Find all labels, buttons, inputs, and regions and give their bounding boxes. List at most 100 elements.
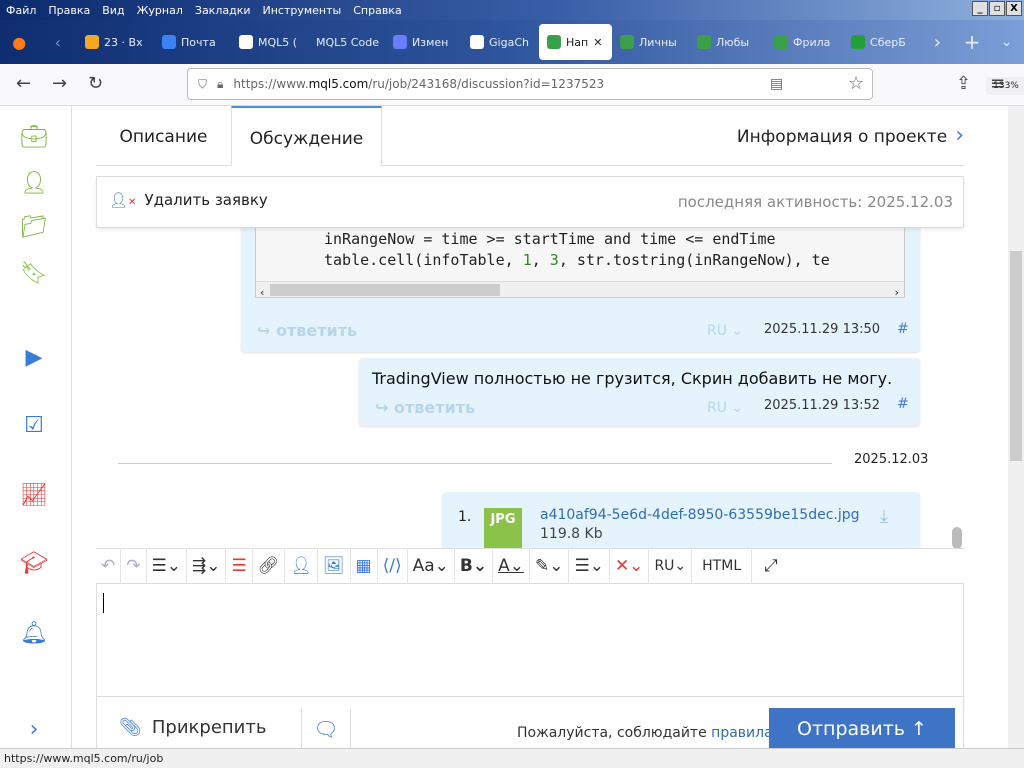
font-size-select[interactable]: Aa ⌄ <box>408 548 455 584</box>
shield-icon[interactable]: ⛉ <box>198 77 207 92</box>
bold-icon[interactable]: B⌄ <box>455 548 494 584</box>
project-info-link[interactable]: Информация о проекте › <box>737 106 964 166</box>
align-icon[interactable]: ☰⌄ <box>569 548 610 584</box>
tab-discussion[interactable]: Обсуждение <box>231 106 382 166</box>
permalink[interactable]: # <box>897 321 909 337</box>
checklist-icon[interactable]: ☑ <box>20 412 48 440</box>
menu-view[interactable]: Вид <box>102 4 124 17</box>
browser-tab[interactable]: СберБ <box>843 24 920 60</box>
attachment-link[interactable]: a410af94-5e6d-4def-8950-63559be15dec.jpg <box>540 507 860 523</box>
rules-notice: Пожалуйста, соблюдайте правила <box>517 725 773 741</box>
indent-icon[interactable]: ⇶⌄ <box>187 548 227 584</box>
tab-list-icon[interactable]: ⌄ <box>989 34 1024 50</box>
menu-bar: Файл Правка Вид Журнал Закладки Инструме… <box>0 0 1024 20</box>
url-text[interactable]: https://www.mql5.com/ru/job/243168/discu… <box>233 77 604 91</box>
video-icon[interactable]: ▶ <box>20 344 48 372</box>
url-bar[interactable]: ⛉ 🔒︎ https://www.mql5.com/ru/job/243168/… <box>187 68 1024 100</box>
tab-label: 23 · Вх <box>104 35 143 49</box>
download-icon[interactable]: ⤓ <box>880 506 888 527</box>
forward-icon[interactable]: → <box>52 73 67 94</box>
tab-label: MQL5 ( <box>258 35 298 49</box>
menu-help[interactable]: Справка <box>353 4 401 17</box>
undo-icon[interactable]: ↶ <box>96 548 122 584</box>
close-tab-icon[interactable]: ✕ <box>593 36 602 49</box>
browser-tab[interactable]: Нап ✕ <box>539 24 613 60</box>
insert-code-icon[interactable]: ⟨/⟩ <box>378 548 408 584</box>
expand-sidebar-icon[interactable]: › <box>20 716 48 744</box>
reply-button[interactable]: ↪ ответить <box>257 321 357 340</box>
app-menu-icon[interactable]: ≡ <box>990 73 1005 94</box>
delete-application-button[interactable]: 👤︎✕ Удалить заявку <box>109 191 268 209</box>
firefox-icon[interactable]: ● <box>0 33 39 52</box>
tab-label: Измен <box>412 35 449 49</box>
rules-link[interactable]: правила <box>711 725 773 741</box>
redo-icon[interactable]: ↷ <box>121 548 147 584</box>
browser-tab[interactable]: Измен <box>385 24 462 60</box>
back-icon[interactable]: ← <box>16 73 31 94</box>
education-icon[interactable]: 🎓︎ <box>20 550 48 578</box>
browser-tab[interactable]: GigaCh <box>462 24 539 60</box>
browser-tab[interactable]: MQL5 Code <box>308 24 385 60</box>
reply-button[interactable]: ↪ ответить <box>375 398 475 417</box>
new-tab-icon[interactable]: + <box>955 30 990 54</box>
translate-language-select[interactable]: RU ⌄ <box>707 323 743 339</box>
extensions-icon[interactable]: ⇪ <box>956 73 971 94</box>
lock-icon[interactable]: 🔒︎ <box>217 77 223 92</box>
insert-table-icon[interactable]: ▦ <box>351 548 378 584</box>
bookmark-star-icon[interactable]: ☆ <box>848 73 864 94</box>
highlight-icon[interactable]: ✎⌄ <box>530 548 570 584</box>
browser-tab[interactable]: Почта <box>154 24 231 60</box>
menu-tools[interactable]: Инструменты <box>263 4 342 17</box>
menu-edit[interactable]: Правка <box>48 4 90 17</box>
folder-user-icon[interactable]: 📁︎ <box>20 214 48 242</box>
formatting-help-icon[interactable]: 🗨︎ <box>301 709 351 749</box>
reader-view-icon[interactable]: ▤ <box>770 76 783 92</box>
message-editor[interactable] <box>96 584 964 696</box>
tab-label: Нап <box>566 35 589 49</box>
tab-favicon-icon <box>162 35 177 49</box>
freelancer-icon[interactable]: 👤︎ <box>20 170 48 198</box>
browser-tab[interactable]: Любы <box>689 24 766 60</box>
text-color-icon[interactable]: A⌄ <box>493 548 530 584</box>
reload-icon[interactable]: ↻ <box>88 73 103 94</box>
permalink[interactable]: # <box>897 396 909 412</box>
browser-tab[interactable]: 23 · Вх <box>77 24 154 60</box>
link-icon[interactable]: 🔗︎ <box>253 548 286 584</box>
insert-user-icon[interactable]: 👤︎ <box>285 548 318 584</box>
messages-scrollbar-thumb[interactable] <box>952 527 962 549</box>
menu-history[interactable]: Журнал <box>137 4 183 17</box>
tabs-scroll-left-icon[interactable]: ‹ <box>39 33 78 52</box>
page-scrollbar[interactable] <box>1008 106 1024 748</box>
chart-icon[interactable]: 📈︎ <box>20 482 48 510</box>
html-mode-button[interactable]: HTML <box>692 548 753 584</box>
clear-format-icon[interactable]: ✕⌄ <box>610 548 650 584</box>
browser-tab[interactable]: MQL5 ( <box>231 24 308 60</box>
menu-bookmarks[interactable]: Закладки <box>195 4 251 17</box>
fullscreen-icon[interactable]: ⤢ <box>752 548 790 584</box>
horizontal-rule-icon[interactable]: ☰ <box>226 548 253 584</box>
minimize-button[interactable]: _ <box>972 1 988 16</box>
bullet-list-icon[interactable]: ☰⌄ <box>147 548 187 584</box>
browser-tab[interactable]: Личны <box>612 24 689 60</box>
briefcase-icon[interactable]: 💼︎ <box>20 124 48 152</box>
close-window-button[interactable]: X <box>1006 1 1022 16</box>
insert-image-icon[interactable]: 🖼︎ <box>318 548 351 584</box>
browser-tab[interactable]: Фрила <box>766 24 843 60</box>
code-horizontal-scrollbar[interactable]: ‹ › <box>256 281 904 297</box>
scrollbar-thumb[interactable] <box>270 284 500 296</box>
attach-button[interactable]: 📎︎ Прикрепить <box>119 717 266 738</box>
translate-language-select[interactable]: RU ⌄ <box>707 400 743 416</box>
bookmark-icon[interactable]: 🔖︎ <box>20 260 48 288</box>
restore-button[interactable]: ▫ <box>989 1 1005 16</box>
tab-favicon-icon <box>393 35 408 49</box>
language-select[interactable]: RU ⌄ <box>649 548 693 584</box>
tab-description[interactable]: Описание <box>96 106 231 166</box>
page-scrollbar-thumb[interactable] <box>1010 251 1022 461</box>
tabs-scroll-right-icon[interactable]: › <box>920 32 955 53</box>
editor-footer: 📎︎ Прикрепить 🗨︎ Пожалуйста, соблюдайте п… <box>96 696 964 750</box>
bell-icon[interactable]: 🔔︎ <box>20 620 48 648</box>
send-button[interactable]: Отправить ↑ <box>769 708 955 750</box>
last-activity: последняя активность: 2025.12.03 <box>677 193 953 211</box>
editor-toolbar: ↶ ↷ ☰⌄ ⇶⌄ ☰ 🔗︎ 👤︎ 🖼︎ ▦ ⟨/⟩ Aa ⌄ B⌄ A⌄ ✎⌄ … <box>96 548 964 584</box>
menu-file[interactable]: Файл <box>6 4 36 17</box>
